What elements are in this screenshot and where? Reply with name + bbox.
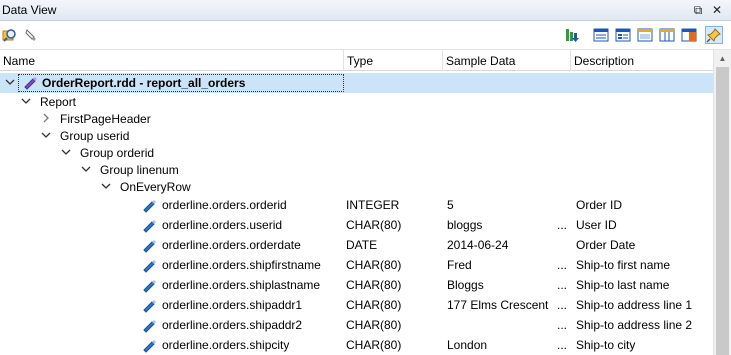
field-sample: Bloggs xyxy=(447,278,484,292)
field-description: Ship-to first name xyxy=(576,258,671,272)
chevron-down-icon[interactable] xyxy=(80,163,92,175)
field-type: INTEGER xyxy=(346,198,400,212)
field-sample: London xyxy=(447,338,488,352)
field-description: Ship-to city xyxy=(576,338,636,352)
panel-title: Data View xyxy=(2,3,57,17)
chevron-down-icon[interactable] xyxy=(100,180,112,192)
field-name: orderline.orders.userid xyxy=(162,218,283,232)
field-sample: bloggs xyxy=(447,218,483,232)
field-name: orderline.orders.shipaddr2 xyxy=(162,318,303,332)
field-name: orderline.orders.orderid xyxy=(162,198,287,212)
report-document-icon xyxy=(22,75,38,91)
field-name: orderline.orders.orderdate xyxy=(162,238,301,252)
tree-label-on-every-row: OnEveryRow xyxy=(120,180,191,194)
edit-sample-button[interactable]: ... xyxy=(557,318,567,332)
column-header-name[interactable]: Name xyxy=(0,50,344,71)
chevron-down-icon[interactable] xyxy=(20,95,32,107)
vertical-scrollbar[interactable]: ▲ xyxy=(713,50,731,355)
tree-label-root: OrderReport.rdd - report_all_orders xyxy=(42,76,246,90)
field-type: CHAR(80) xyxy=(346,318,402,332)
field-row[interactable]: orderline.orders.orderdate DATE 2014-06-… xyxy=(0,235,713,255)
table-view-icon[interactable] xyxy=(658,26,676,44)
field-icon xyxy=(141,237,157,253)
clear-icon[interactable] xyxy=(22,26,40,44)
sort-icon[interactable] xyxy=(563,26,581,44)
field-description: Ship-to address line 1 xyxy=(576,298,693,312)
list-view-icon[interactable] xyxy=(614,26,632,44)
tree-label-first-page-header: FirstPageHeader xyxy=(60,112,151,126)
field-icon xyxy=(141,337,157,353)
restore-icon[interactable]: ⧉ xyxy=(690,2,706,18)
field-sample: Fred xyxy=(447,258,472,272)
chevron-right-icon[interactable] xyxy=(40,112,52,124)
field-row[interactable]: orderline.orders.orderid INTEGER 5 Order… xyxy=(0,195,713,215)
field-icon xyxy=(141,317,157,333)
field-row[interactable]: orderline.orders.userid CHAR(80) bloggs … xyxy=(0,215,713,235)
chevron-down-icon[interactable] xyxy=(4,76,16,88)
tree-label-group-linenum: Group linenum xyxy=(100,163,179,177)
field-row[interactable]: orderline.orders.shipfirstname CHAR(80) … xyxy=(0,255,713,275)
field-sample: 5 xyxy=(447,198,454,212)
column-header: Name Type Sample Data Description xyxy=(0,50,713,71)
close-icon[interactable]: ✕ xyxy=(709,2,725,18)
scroll-up-icon[interactable]: ▲ xyxy=(714,50,731,67)
toolbar xyxy=(0,21,731,50)
field-icon xyxy=(141,197,157,213)
tree-label-group-userid: Group userid xyxy=(60,129,130,143)
field-description: Ship-to last name xyxy=(576,278,670,292)
panel-titlebar: Data View ⧉ ✕ xyxy=(0,0,731,21)
field-icon xyxy=(141,257,157,273)
edit-sample-button[interactable]: ... xyxy=(557,338,567,352)
edit-sample-button[interactable]: ... xyxy=(557,278,567,292)
field-description: Order ID xyxy=(576,198,623,212)
field-row[interactable]: orderline.orders.shipaddr2 CHAR(80) ... … xyxy=(0,315,713,335)
field-name: orderline.orders.shipfirstname xyxy=(162,258,321,272)
pin-icon[interactable] xyxy=(705,26,723,44)
column-header-description[interactable]: Description xyxy=(571,50,713,71)
field-type: CHAR(80) xyxy=(346,258,402,272)
field-row[interactable]: orderline.orders.shiplastname CHAR(80) B… xyxy=(0,275,713,295)
field-name: orderline.orders.shipaddr1 xyxy=(162,298,303,312)
field-icon xyxy=(141,297,157,313)
column-view-icon[interactable] xyxy=(680,26,698,44)
chevron-down-icon[interactable] xyxy=(60,146,72,158)
field-icon xyxy=(141,217,157,233)
edit-sample-button[interactable]: ... xyxy=(557,258,567,272)
field-row[interactable]: orderline.orders.shipcity CHAR(80) Londo… xyxy=(0,335,713,355)
field-description: User ID xyxy=(576,218,617,232)
field-name: orderline.orders.shiplastname xyxy=(162,278,321,292)
find-icon[interactable] xyxy=(1,26,19,44)
tree-label-report: Report xyxy=(40,95,77,109)
field-type: DATE xyxy=(346,238,378,252)
tree-row-on-every-row[interactable]: OnEveryRow xyxy=(0,177,713,197)
field-type: CHAR(80) xyxy=(346,278,402,292)
tree-row-root[interactable]: OrderReport.rdd - report_all_orders xyxy=(0,73,713,93)
field-description: Ship-to address line 2 xyxy=(576,318,693,332)
column-header-type[interactable]: Type xyxy=(344,50,443,71)
column-header-sample[interactable]: Sample Data xyxy=(443,50,571,71)
field-icon xyxy=(141,277,157,293)
detail-view-icon[interactable] xyxy=(636,26,654,44)
chevron-down-icon[interactable] xyxy=(40,129,52,141)
field-description: Order Date xyxy=(576,238,636,252)
tree-label-group-orderid: Group orderid xyxy=(80,146,155,160)
field-row[interactable]: orderline.orders.shipaddr1 CHAR(80) 177 … xyxy=(0,295,713,315)
field-type: CHAR(80) xyxy=(346,338,402,352)
field-sample: 177 Elms Crescent xyxy=(447,298,549,312)
field-type: CHAR(80) xyxy=(346,218,402,232)
data-tree: OrderReport.rdd - report_all_orders Repo… xyxy=(0,71,713,355)
edit-sample-button[interactable]: ... xyxy=(557,218,567,232)
grid-view-icon[interactable] xyxy=(592,26,610,44)
scrollbar-thumb[interactable] xyxy=(716,67,729,355)
field-sample: 2014-06-24 xyxy=(447,238,509,252)
edit-sample-button[interactable]: ... xyxy=(557,298,567,312)
field-name: orderline.orders.shipcity xyxy=(162,338,290,352)
field-type: CHAR(80) xyxy=(346,298,402,312)
